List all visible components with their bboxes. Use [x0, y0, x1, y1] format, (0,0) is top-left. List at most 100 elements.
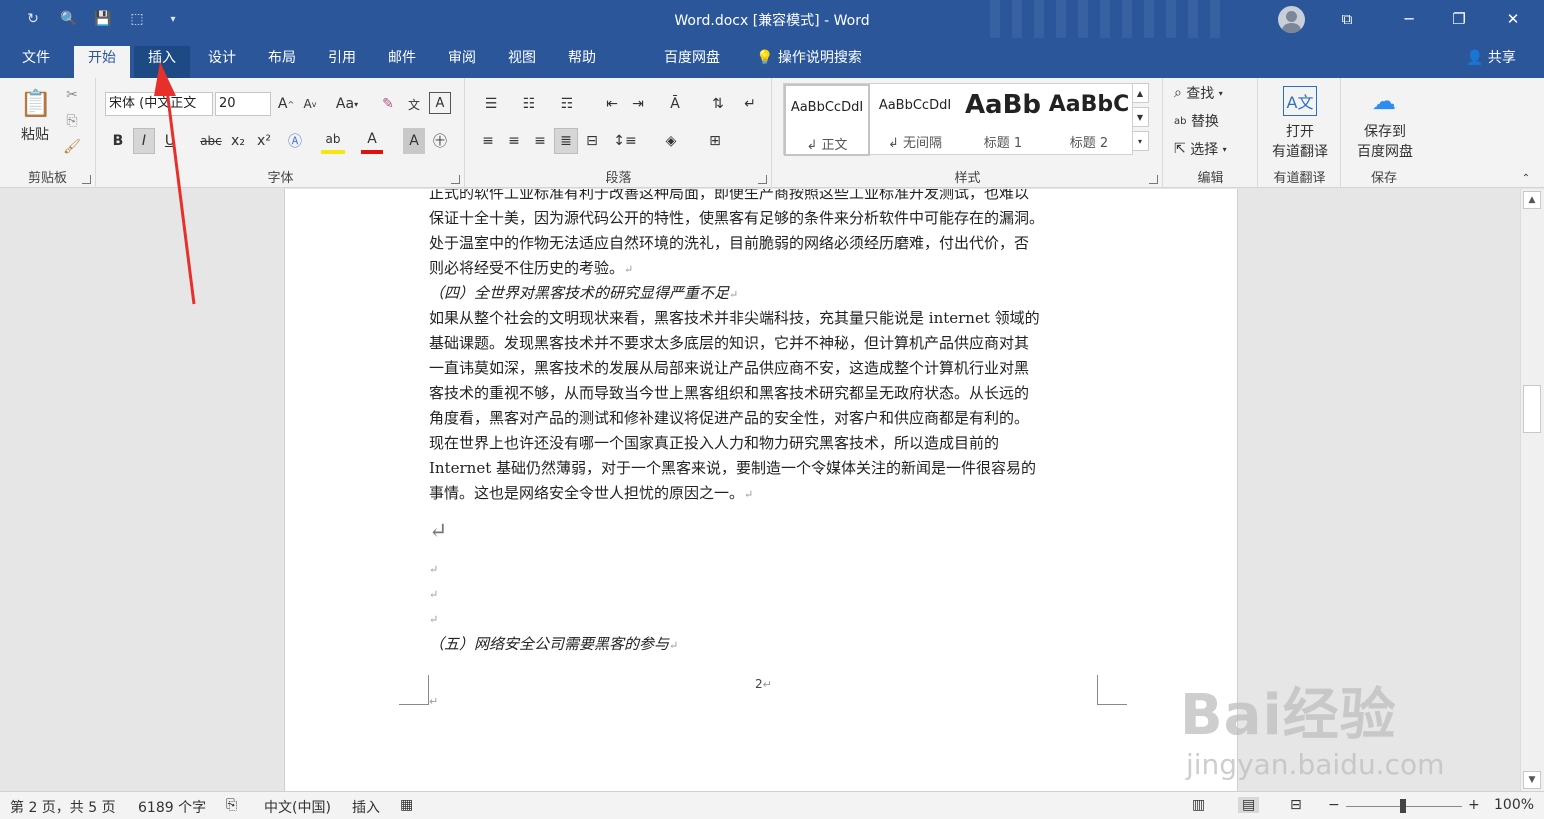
tab-references[interactable]: 引用	[314, 46, 370, 78]
styles-more-icon[interactable]: ▾	[1131, 131, 1149, 151]
share-button[interactable]: 👤 共享	[1452, 46, 1530, 78]
tab-baidu-netdisk[interactable]: 百度网盘	[650, 46, 734, 78]
borders-icon[interactable]: ⊞	[700, 128, 730, 154]
word-count[interactable]: 6189 个字	[138, 797, 206, 817]
vertical-scrollbar[interactable]: ▲ ▼	[1520, 189, 1544, 791]
shrink-font-icon[interactable]: Av	[299, 92, 321, 116]
bullets-icon[interactable]: ☰	[476, 92, 506, 116]
font-launcher[interactable]	[451, 175, 460, 184]
align-right-icon[interactable]: ≡	[528, 128, 552, 154]
paste-button[interactable]: 粘贴	[12, 124, 58, 144]
tab-design[interactable]: 设计	[194, 46, 250, 78]
scroll-up-icon[interactable]: ▲	[1523, 191, 1541, 209]
read-mode-icon[interactable]: ▥	[1192, 797, 1205, 813]
strikethrough-button[interactable]: abc	[197, 128, 225, 154]
tab-insert[interactable]: 插入	[134, 46, 190, 78]
phonetic-guide-icon[interactable]: 文	[403, 92, 425, 116]
enclose-characters-icon[interactable]: ㊉	[429, 128, 451, 154]
bold-button[interactable]: B	[107, 128, 129, 154]
align-left-icon[interactable]: ≡	[476, 128, 500, 154]
highlight-color-icon[interactable]: ab	[321, 128, 345, 154]
close-button[interactable]: ✕	[1490, 0, 1536, 38]
clipboard-launcher[interactable]	[82, 175, 91, 184]
numbering-icon[interactable]: ☷	[514, 92, 544, 116]
tell-me-label: 操作说明搜索	[777, 50, 862, 66]
body-line: 事情。这也是网络安全令世人担忧的原因之一。↵	[429, 481, 1097, 507]
tab-file[interactable]: 文件	[8, 46, 64, 78]
tab-view[interactable]: 视图	[494, 46, 550, 78]
shading-icon[interactable]: ◈	[656, 128, 686, 154]
collapse-ribbon-icon[interactable]: ⌃	[1516, 170, 1536, 186]
zoom-level[interactable]: 100%	[1494, 797, 1534, 813]
copy-icon[interactable]: ⎘	[60, 110, 84, 132]
font-color-icon[interactable]: A	[361, 128, 383, 154]
page-count[interactable]: 第 2 页，共 5 页	[10, 797, 116, 817]
font-size-box[interactable]: 20	[215, 92, 271, 116]
open-translate-button[interactable]: 打开	[1263, 122, 1337, 140]
justify-icon[interactable]: ≣	[554, 128, 578, 154]
save-to-button[interactable]: 保存到	[1346, 122, 1424, 140]
underline-button[interactable]: U	[159, 128, 181, 154]
replace-button[interactable]: ab 替换	[1174, 110, 1254, 132]
baidu-netdisk-button[interactable]: 百度网盘	[1346, 142, 1424, 160]
insert-mode[interactable]: 插入	[352, 797, 380, 817]
format-painter-icon[interactable]: 🖌	[60, 136, 84, 158]
restore-button[interactable]: ❐	[1436, 0, 1482, 38]
line-spacing-icon[interactable]: ↕≡	[610, 128, 640, 154]
paragraph-launcher[interactable]	[758, 175, 767, 184]
find-button[interactable]: ⌕ 查找 ▾	[1174, 82, 1254, 104]
style-heading-2[interactable]: AaBbC 标题 2	[1046, 84, 1132, 156]
minimize-button[interactable]: ─	[1386, 0, 1432, 38]
style-heading-1[interactable]: AaBb 标题 1	[960, 84, 1046, 156]
translate-icon[interactable]: A文	[1283, 86, 1317, 116]
document-page[interactable]: 正式的软件工业标准有利于改善这种局面，即便生产商按照这些工业标准开发测试，也难以…	[284, 189, 1238, 791]
web-layout-icon[interactable]: ⊟	[1290, 797, 1302, 813]
youdao-translate-button[interactable]: 有道翻译	[1263, 142, 1337, 160]
tab-help[interactable]: 帮助	[554, 46, 610, 78]
tab-layout[interactable]: 布局	[254, 46, 310, 78]
zoom-in-button[interactable]: +	[1468, 797, 1480, 813]
scroll-down-icon[interactable]: ▼	[1523, 771, 1541, 789]
character-border-icon[interactable]: A	[429, 92, 451, 114]
styles-launcher[interactable]	[1149, 175, 1158, 184]
font-name-box[interactable]: 宋体 (中文正文	[105, 92, 213, 116]
zoom-slider-thumb[interactable]	[1400, 799, 1406, 813]
macro-icon[interactable]: ▦	[400, 797, 413, 813]
baidu-netdisk-icon[interactable]: ☁	[1366, 86, 1402, 116]
tab-home[interactable]: 开始	[74, 46, 130, 78]
language[interactable]: 中文(中国)	[264, 797, 331, 817]
paste-icon[interactable]: 📋	[16, 86, 56, 122]
ribbon-display-options-icon[interactable]: ⧉	[1324, 0, 1370, 38]
select-button[interactable]: ⇱ 选择 ▾	[1174, 138, 1254, 160]
decrease-indent-icon[interactable]: ⇤	[600, 92, 624, 116]
style-normal[interactable]: AaBbCcDdI ↲ 正文	[784, 84, 870, 156]
change-case-button[interactable]: Aa ▾	[329, 92, 365, 116]
align-center-icon[interactable]: ≡	[502, 128, 526, 154]
tell-me-search[interactable]: 💡 操作说明搜索	[752, 46, 876, 78]
chinese-layout-icon[interactable]: Ā	[660, 92, 690, 116]
tab-review[interactable]: 审阅	[434, 46, 490, 78]
subscript-button[interactable]: x₂	[227, 128, 249, 154]
avatar[interactable]	[1278, 6, 1305, 33]
scrollbar-thumb[interactable]	[1523, 385, 1541, 433]
styles-scroll-up-icon[interactable]: ▲	[1131, 83, 1149, 103]
grow-font-icon[interactable]: A ^	[275, 92, 297, 116]
superscript-button[interactable]: x²	[253, 128, 275, 154]
show-marks-icon[interactable]: ↵	[738, 92, 762, 116]
zoom-out-button[interactable]: −	[1328, 797, 1340, 813]
italic-button[interactable]: I	[133, 128, 155, 154]
increase-indent-icon[interactable]: ⇥	[626, 92, 650, 116]
print-layout-icon[interactable]: ▤	[1238, 797, 1260, 813]
tab-mailings[interactable]: 邮件	[374, 46, 430, 78]
character-shading-icon[interactable]: A	[403, 128, 425, 154]
multilevel-list-icon[interactable]: ☶	[552, 92, 582, 116]
styles-scroll-down-icon[interactable]: ▼	[1131, 107, 1149, 127]
status-bar: 第 2 页，共 5 页 6189 个字 ⎘ 中文(中国) 插入 ▦ ▥ ▤ ⊟ …	[0, 791, 1544, 819]
style-no-spacing[interactable]: AaBbCcDdI ↲ 无间隔	[872, 84, 958, 156]
text-effects-icon[interactable]: Ⓐ	[283, 128, 307, 154]
clear-formatting-icon[interactable]: ✎	[377, 92, 399, 116]
sort-icon[interactable]: ⇅	[706, 92, 730, 116]
proofing-icon[interactable]: ⎘	[226, 797, 237, 813]
cut-icon[interactable]: ✂	[60, 84, 84, 106]
distributed-icon[interactable]: ⊟	[580, 128, 604, 154]
